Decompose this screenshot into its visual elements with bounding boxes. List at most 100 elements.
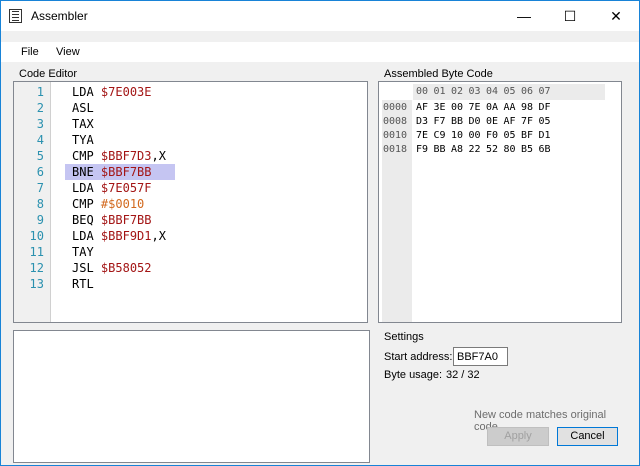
operand: $7E003E [100, 85, 152, 99]
code-line[interactable]: 11 TAY [14, 244, 367, 260]
cancel-button[interactable]: Cancel [557, 427, 618, 446]
line-number: 3 [36, 117, 44, 131]
opcode: LDA [72, 229, 94, 243]
hex-byte[interactable]: BF [521, 129, 533, 143]
hex-byte[interactable]: 00 [451, 101, 463, 115]
hex-byte[interactable]: D1 [539, 129, 551, 143]
hex-byte[interactable]: DF [539, 101, 551, 115]
hex-byte[interactable]: 10 [451, 129, 463, 143]
line-number: 7 [36, 181, 44, 195]
code-line[interactable]: 4 TYA [14, 132, 367, 148]
code-line[interactable]: 10 LDA $BBF9D1,X [14, 228, 367, 244]
code-instruction: TAY [72, 244, 94, 260]
start-address-input[interactable]: BBF7A0 [453, 347, 508, 366]
hex-byte[interactable]: A8 [451, 143, 463, 157]
code-line[interactable]: 3 TAX [14, 116, 367, 132]
code-line[interactable]: 8 CMP #$0010 [14, 196, 367, 212]
hex-byte[interactable]: 05 [539, 115, 551, 129]
menu-view[interactable]: View [56, 46, 80, 58]
code-line[interactable]: 1 LDA $7E003E [14, 84, 367, 100]
hex-byte[interactable]: AA [504, 101, 516, 115]
apply-button[interactable]: Apply [487, 427, 549, 446]
hex-byte[interactable]: 0A [486, 101, 498, 115]
byte-usage-value: 32 / 32 [446, 369, 480, 381]
line-number: 4 [36, 133, 44, 147]
title-bar[interactable]: Assembler — ☐ ✕ [1, 1, 639, 31]
operand: $BBF7D3 [100, 149, 152, 163]
operand: #$0010 [100, 197, 145, 211]
hex-byte[interactable]: 05 [504, 129, 516, 143]
close-button[interactable]: ✕ [593, 1, 639, 31]
operand: $B58052 [100, 261, 152, 275]
hex-byte[interactable]: B5 [521, 143, 533, 157]
code-line[interactable]: 13 RTL [14, 276, 367, 292]
hex-byte[interactable]: BB [434, 143, 446, 157]
line-number: 6 [36, 165, 44, 179]
hex-byte[interactable]: 0E [486, 115, 498, 129]
opcode: BNE [72, 165, 94, 179]
opcode: BEQ [72, 213, 94, 227]
code-editor-label: Code Editor [19, 68, 78, 80]
settings-panel: Settings Start address: $ BBF7A0 Byte us… [378, 331, 625, 461]
minimize-button[interactable]: — [501, 1, 547, 31]
byte-code-viewer[interactable]: 00 01 02 03 04 05 06 07 0000 AF 3E 00 7E 0A AA 98 DF 0008… [378, 81, 622, 323]
hex-byte[interactable]: 6B [539, 143, 551, 157]
hex-byte[interactable]: D0 [469, 115, 481, 129]
hex-row-address: 0000 [383, 102, 408, 113]
line-number: 9 [36, 213, 44, 227]
code-instruction: LDA $7E003E [72, 84, 152, 100]
hex-byte[interactable]: 7F [521, 115, 533, 129]
hex-byte[interactable]: 98 [521, 101, 533, 115]
hex-byte[interactable]: 22 [469, 143, 481, 157]
line-number: 1 [36, 85, 44, 99]
hex-byte[interactable]: F7 [434, 115, 446, 129]
hex-column-header: 04 [486, 86, 499, 97]
hex-column-header: 01 [433, 86, 446, 97]
assembler-window: Assembler — ☐ ✕ File View Code Editor 1 L… [0, 0, 640, 466]
code-instruction: BNE $BBF7BB [72, 164, 152, 180]
line-number: 11 [29, 245, 44, 259]
byte-usage-label: Byte usage: [384, 369, 443, 381]
opcode: LDA [72, 181, 94, 195]
code-instruction: ASL [72, 100, 94, 116]
code-instruction: JSL $B58052 [72, 260, 152, 276]
line-number: 10 [29, 229, 44, 243]
hex-byte[interactable]: 00 [469, 129, 481, 143]
opcode: RTL [72, 277, 94, 291]
output-console[interactable] [13, 330, 370, 463]
code-line[interactable]: 2 ASL [14, 100, 367, 116]
hex-byte[interactable]: F9 [416, 143, 428, 157]
code-instruction: TAX [72, 116, 94, 132]
hex-byte[interactable]: AF [416, 101, 428, 115]
opcode: TAX [72, 117, 94, 131]
line-number: 8 [36, 197, 44, 211]
hex-byte[interactable]: 52 [486, 143, 498, 157]
hex-byte[interactable]: 80 [504, 143, 516, 157]
hex-byte[interactable]: 7E [469, 101, 481, 115]
line-number: 5 [36, 149, 44, 163]
hex-byte[interactable]: F0 [486, 129, 498, 143]
operand: $7E057F [100, 181, 152, 195]
code-line[interactable]: 12 JSL $B58052 [14, 260, 367, 276]
hex-byte[interactable]: BB [451, 115, 463, 129]
hex-byte[interactable]: D3 [416, 115, 428, 129]
code-line[interactable]: 6 BNE $BBF7BB [14, 164, 367, 180]
hex-column-header: 00 [416, 86, 429, 97]
hex-column-header: 05 [503, 86, 516, 97]
line-number: 12 [29, 261, 44, 275]
maximize-button[interactable]: ☐ [547, 1, 593, 31]
code-instruction: CMP $BBF7D3,X [72, 148, 166, 164]
hex-byte[interactable]: C9 [434, 129, 446, 143]
opcode: TYA [72, 133, 94, 147]
menu-bar: File View [1, 42, 639, 62]
code-line[interactable]: 7 LDA $7E057F [14, 180, 367, 196]
code-line[interactable]: 9 BEQ $BBF7BB [14, 212, 367, 228]
code-line[interactable]: 5 CMP $BBF7D3,X [14, 148, 367, 164]
code-editor[interactable]: 1 LDA $7E003E 2 ASL 3 TAX 4 TYA 5 CMP $BBF7D3,X 6 B… [13, 81, 368, 323]
hex-column-header: 03 [468, 86, 481, 97]
opcode: TAY [72, 245, 94, 259]
menu-file[interactable]: File [21, 46, 39, 58]
hex-byte[interactable]: 3E [434, 101, 446, 115]
hex-byte[interactable]: 7E [416, 129, 428, 143]
hex-byte[interactable]: AF [504, 115, 516, 129]
